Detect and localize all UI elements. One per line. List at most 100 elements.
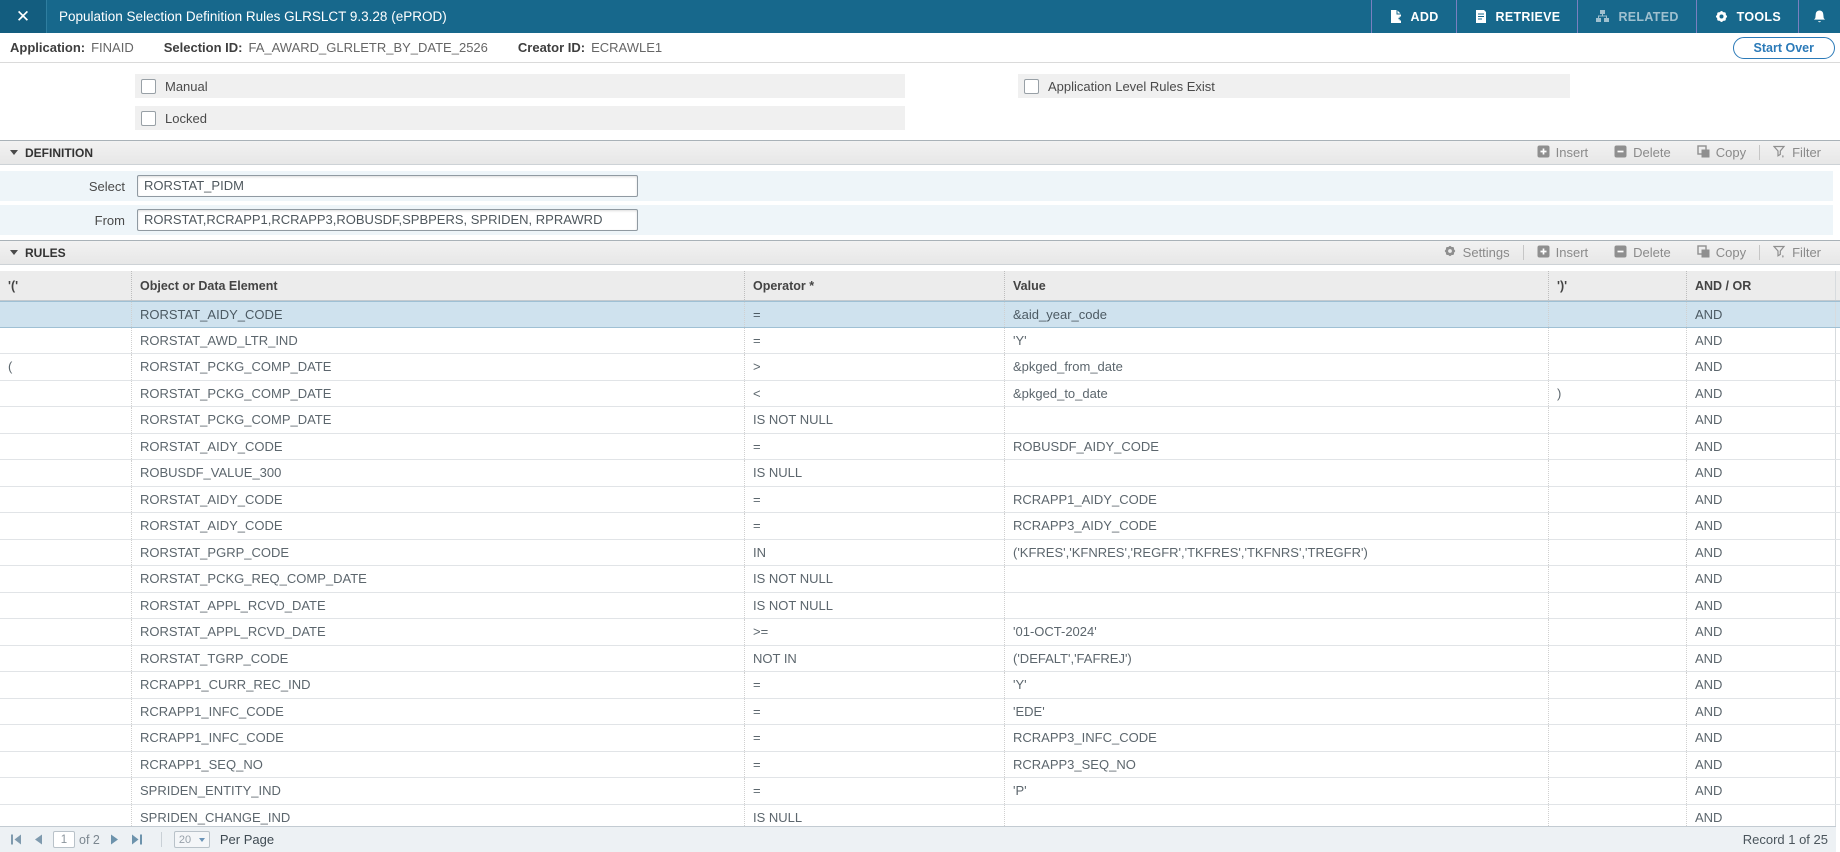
rule-cell-open-paren[interactable] bbox=[0, 380, 132, 406]
rule-cell-object[interactable]: RORSTAT_AIDY_CODE bbox=[132, 302, 745, 327]
rule-cell-operator[interactable]: = bbox=[745, 327, 1005, 353]
rule-cell-object[interactable]: RORSTAT_APPL_RCVD_DATE bbox=[132, 592, 745, 618]
rule-cell-close-paren[interactable] bbox=[1549, 513, 1687, 539]
rule-cell-open-paren[interactable] bbox=[0, 698, 132, 724]
rule-cell-close-paren[interactable] bbox=[1549, 460, 1687, 486]
definition-filter-button[interactable]: Filter bbox=[1760, 145, 1834, 161]
rule-cell-close-paren[interactable] bbox=[1549, 619, 1687, 645]
rule-cell-operator[interactable]: IS NOT NULL bbox=[745, 407, 1005, 433]
last-page-button[interactable] bbox=[125, 834, 149, 845]
rule-cell-and-or[interactable]: AND bbox=[1687, 327, 1836, 353]
rule-cell-value[interactable]: ('DEFALT','FAFREJ') bbox=[1005, 645, 1549, 671]
rule-cell-operator[interactable]: = bbox=[745, 672, 1005, 698]
rule-cell-and-or[interactable]: AND bbox=[1687, 460, 1836, 486]
rule-cell-and-or[interactable]: AND bbox=[1687, 778, 1836, 804]
rule-cell-object[interactable]: RORSTAT_PCKG_COMP_DATE bbox=[132, 380, 745, 406]
definition-insert-button[interactable]: Insert bbox=[1524, 145, 1602, 161]
rule-cell-open-paren[interactable] bbox=[0, 302, 132, 327]
rule-cell-value[interactable]: 'Y' bbox=[1005, 672, 1549, 698]
rule-cell-operator[interactable]: IS NULL bbox=[745, 460, 1005, 486]
rule-cell-close-paren[interactable] bbox=[1549, 592, 1687, 618]
rule-cell-value[interactable]: &pkged_to_date bbox=[1005, 380, 1549, 406]
rule-cell-and-or[interactable]: AND bbox=[1687, 592, 1836, 618]
rule-cell-operator[interactable]: NOT IN bbox=[745, 645, 1005, 671]
rule-cell-open-paren[interactable] bbox=[0, 619, 132, 645]
rule-cell-and-or[interactable]: AND bbox=[1687, 354, 1836, 380]
column-header-and-or[interactable]: AND / OR bbox=[1687, 271, 1836, 300]
rules-section-toggle[interactable]: RULES bbox=[10, 246, 66, 260]
definition-delete-button[interactable]: Delete bbox=[1601, 145, 1684, 161]
rule-cell-and-or[interactable]: AND bbox=[1687, 302, 1836, 327]
rule-cell-close-paren[interactable] bbox=[1549, 302, 1687, 327]
rule-cell-object[interactable]: RORSTAT_PCKG_COMP_DATE bbox=[132, 354, 745, 380]
rule-cell-open-paren[interactable] bbox=[0, 486, 132, 512]
rule-cell-value[interactable]: '01-OCT-2024' bbox=[1005, 619, 1549, 645]
rule-cell-operator[interactable]: = bbox=[745, 433, 1005, 459]
next-page-button[interactable] bbox=[104, 834, 125, 845]
rule-cell-open-paren[interactable] bbox=[0, 460, 132, 486]
rule-cell-value[interactable] bbox=[1005, 566, 1549, 592]
manual-checkbox[interactable] bbox=[141, 78, 156, 94]
rule-cell-operator[interactable]: = bbox=[745, 698, 1005, 724]
rule-cell-value[interactable]: &aid_year_code bbox=[1005, 302, 1549, 327]
rule-cell-object[interactable]: RORSTAT_AIDY_CODE bbox=[132, 486, 745, 512]
rule-cell-and-or[interactable]: AND bbox=[1687, 698, 1836, 724]
rule-cell-open-paren[interactable] bbox=[0, 407, 132, 433]
per-page-select[interactable]: 20 bbox=[173, 831, 210, 848]
rule-cell-open-paren[interactable]: ( bbox=[0, 354, 132, 380]
column-header-close-paren[interactable]: ')' bbox=[1549, 271, 1687, 300]
rule-cell-open-paren[interactable] bbox=[0, 327, 132, 353]
rule-cell-value[interactable]: RCRAPP3_AIDY_CODE bbox=[1005, 513, 1549, 539]
rule-cell-object[interactable]: RCRAPP1_CURR_REC_IND bbox=[132, 672, 745, 698]
rule-cell-operator[interactable]: IN bbox=[745, 539, 1005, 565]
rule-cell-value[interactable]: RCRAPP3_SEQ_NO bbox=[1005, 751, 1549, 777]
column-header-open-paren[interactable]: '(' bbox=[0, 271, 132, 300]
tools-button[interactable]: TOOLS bbox=[1695, 0, 1798, 33]
select-input[interactable]: RORSTAT_PIDM bbox=[137, 175, 638, 197]
rule-cell-value[interactable]: &pkged_from_date bbox=[1005, 354, 1549, 380]
rule-cell-and-or[interactable]: AND bbox=[1687, 751, 1836, 777]
rule-cell-close-paren[interactable] bbox=[1549, 539, 1687, 565]
start-over-button[interactable]: Start Over bbox=[1732, 37, 1835, 59]
rule-cell-value[interactable]: 'Y' bbox=[1005, 327, 1549, 353]
rule-cell-close-paren[interactable] bbox=[1549, 725, 1687, 751]
rules-settings-button[interactable]: Settings bbox=[1430, 244, 1523, 261]
rule-cell-open-paren[interactable] bbox=[0, 645, 132, 671]
related-button[interactable]: RELATED bbox=[1577, 0, 1695, 33]
application-level-rules-checkbox[interactable] bbox=[1024, 78, 1039, 94]
rule-cell-open-paren[interactable] bbox=[0, 725, 132, 751]
column-header-operator[interactable]: Operator * bbox=[745, 271, 1005, 300]
rule-cell-value[interactable] bbox=[1005, 407, 1549, 433]
rule-cell-close-paren[interactable] bbox=[1549, 327, 1687, 353]
rule-cell-close-paren[interactable] bbox=[1549, 672, 1687, 698]
rule-cell-open-paren[interactable] bbox=[0, 566, 132, 592]
rule-cell-value[interactable] bbox=[1005, 592, 1549, 618]
column-header-value[interactable]: Value bbox=[1005, 271, 1549, 300]
rule-cell-object[interactable]: RCRAPP1_INFC_CODE bbox=[132, 725, 745, 751]
rule-cell-open-paren[interactable] bbox=[0, 751, 132, 777]
rule-cell-open-paren[interactable] bbox=[0, 592, 132, 618]
rule-cell-operator[interactable]: > bbox=[745, 354, 1005, 380]
rule-cell-open-paren[interactable] bbox=[0, 778, 132, 804]
rule-cell-and-or[interactable]: AND bbox=[1687, 433, 1836, 459]
rule-cell-operator[interactable]: IS NOT NULL bbox=[745, 566, 1005, 592]
rule-cell-and-or[interactable]: AND bbox=[1687, 539, 1836, 565]
rule-cell-object[interactable]: RCRAPP1_SEQ_NO bbox=[132, 751, 745, 777]
rule-cell-object[interactable]: SPRIDEN_ENTITY_IND bbox=[132, 778, 745, 804]
rule-cell-value[interactable]: ROBUSDF_AIDY_CODE bbox=[1005, 433, 1549, 459]
rule-cell-close-paren[interactable] bbox=[1549, 698, 1687, 724]
page-number-input[interactable]: 1 bbox=[53, 831, 75, 848]
rule-cell-object[interactable]: RORSTAT_PGRP_CODE bbox=[132, 539, 745, 565]
rule-cell-and-or[interactable]: AND bbox=[1687, 380, 1836, 406]
rules-copy-button[interactable]: Copy bbox=[1684, 244, 1759, 261]
notifications-button[interactable] bbox=[1798, 0, 1840, 33]
rule-cell-operator[interactable]: = bbox=[745, 513, 1005, 539]
rule-cell-object[interactable]: RORSTAT_AWD_LTR_IND bbox=[132, 327, 745, 353]
rule-cell-close-paren[interactable] bbox=[1549, 354, 1687, 380]
rule-cell-close-paren[interactable] bbox=[1549, 486, 1687, 512]
rule-cell-operator[interactable]: = bbox=[745, 725, 1005, 751]
rule-cell-operator[interactable]: = bbox=[745, 486, 1005, 512]
rule-cell-object[interactable]: RCRAPP1_INFC_CODE bbox=[132, 698, 745, 724]
rule-cell-object[interactable]: RORSTAT_PCKG_COMP_DATE bbox=[132, 407, 745, 433]
rule-cell-and-or[interactable]: AND bbox=[1687, 619, 1836, 645]
